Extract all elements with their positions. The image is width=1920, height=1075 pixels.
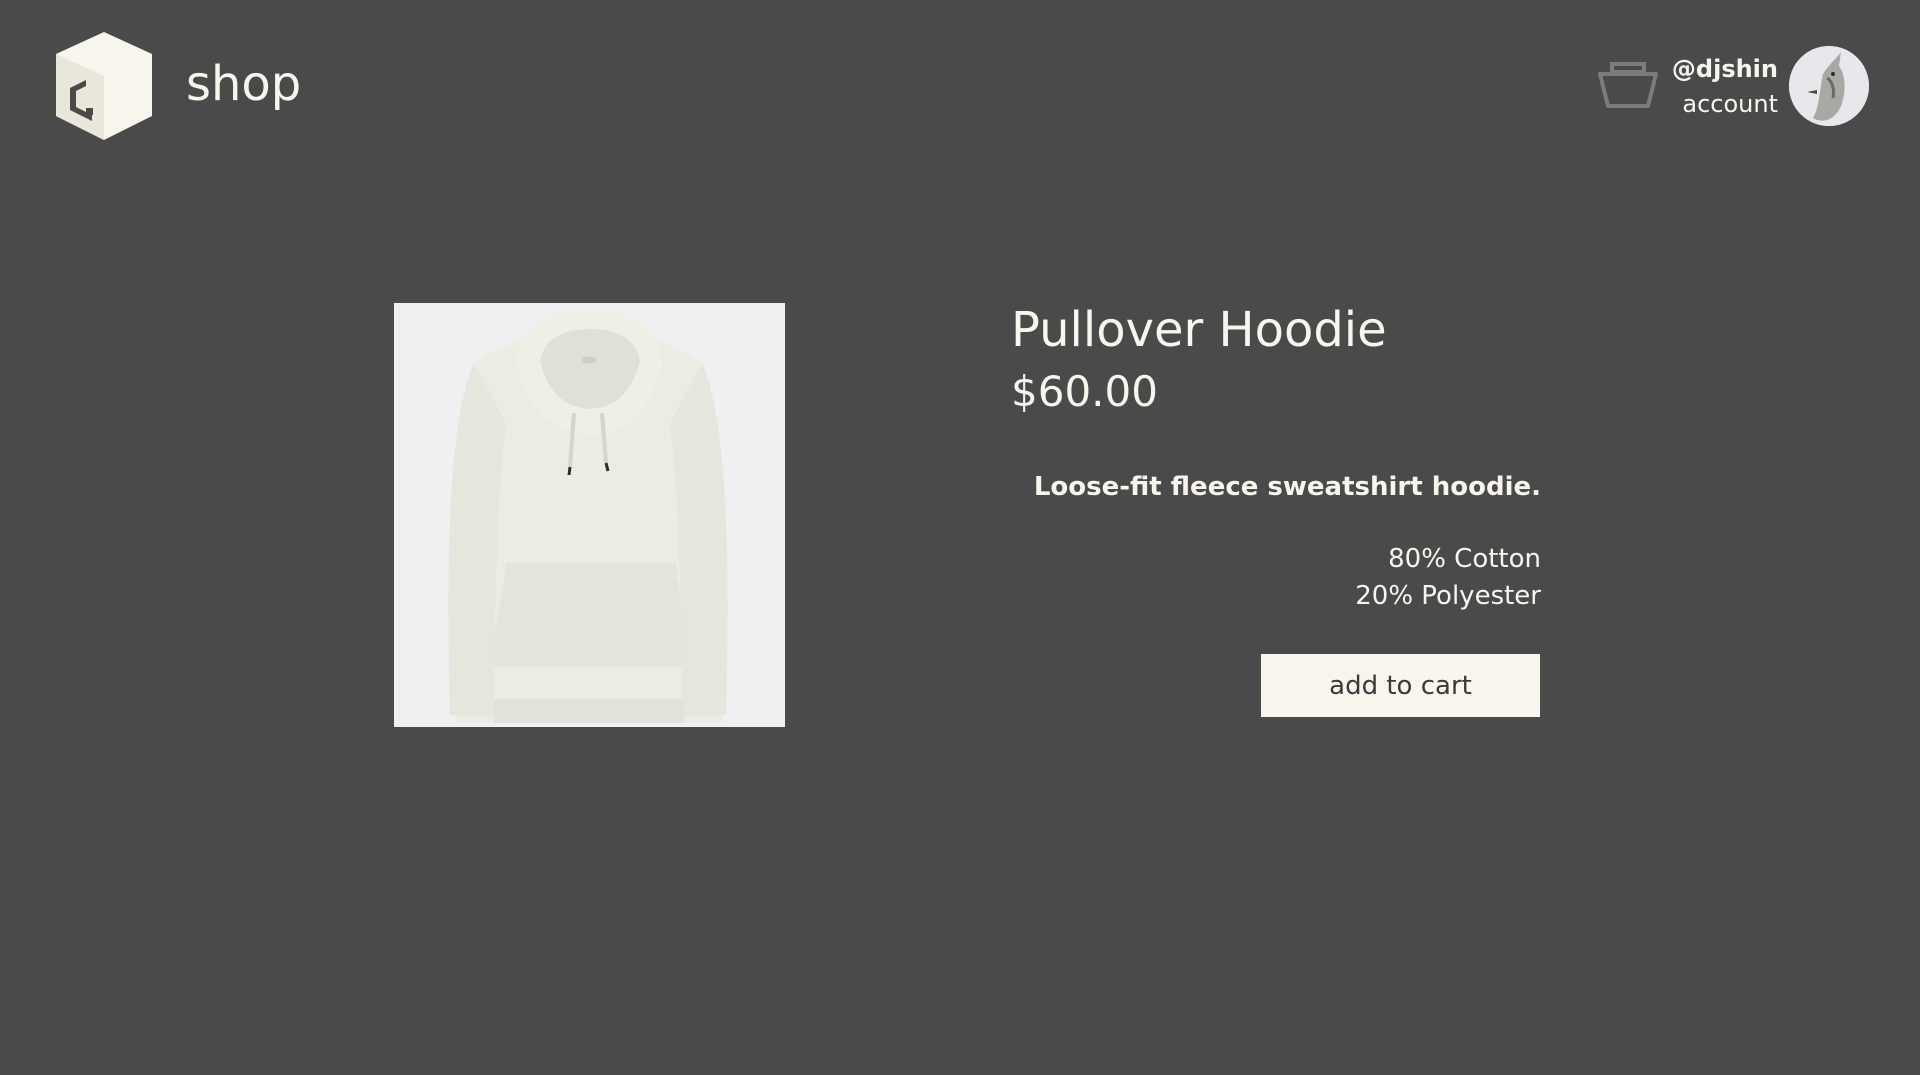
account-link[interactable]: @djshin account [1672, 52, 1778, 122]
product-info: Pullover Hoodie $60.00 Loose-fit fleece … [1011, 300, 1541, 615]
product-materials: 80% Cotton 20% Polyester [1011, 541, 1541, 615]
header: shop @djshin account [0, 0, 1920, 180]
product-price: $60.00 [1011, 367, 1158, 416]
material-line: 20% Polyester [1355, 581, 1541, 611]
product-image [394, 303, 785, 727]
account-handle: @djshin [1671, 55, 1778, 83]
avatar[interactable] [1789, 46, 1869, 126]
cart-icon[interactable] [1596, 60, 1660, 112]
account-label: account [1682, 90, 1778, 118]
logo-icon[interactable] [52, 30, 156, 142]
add-to-cart-button[interactable]: add to cart [1261, 654, 1540, 717]
product-description: Loose-fit fleece sweatshirt hoodie. [1033, 472, 1541, 502]
product-title: Pullover Hoodie [1011, 302, 1387, 358]
material-line: 80% Cotton [1388, 544, 1541, 574]
brand-name[interactable]: shop [186, 52, 301, 116]
